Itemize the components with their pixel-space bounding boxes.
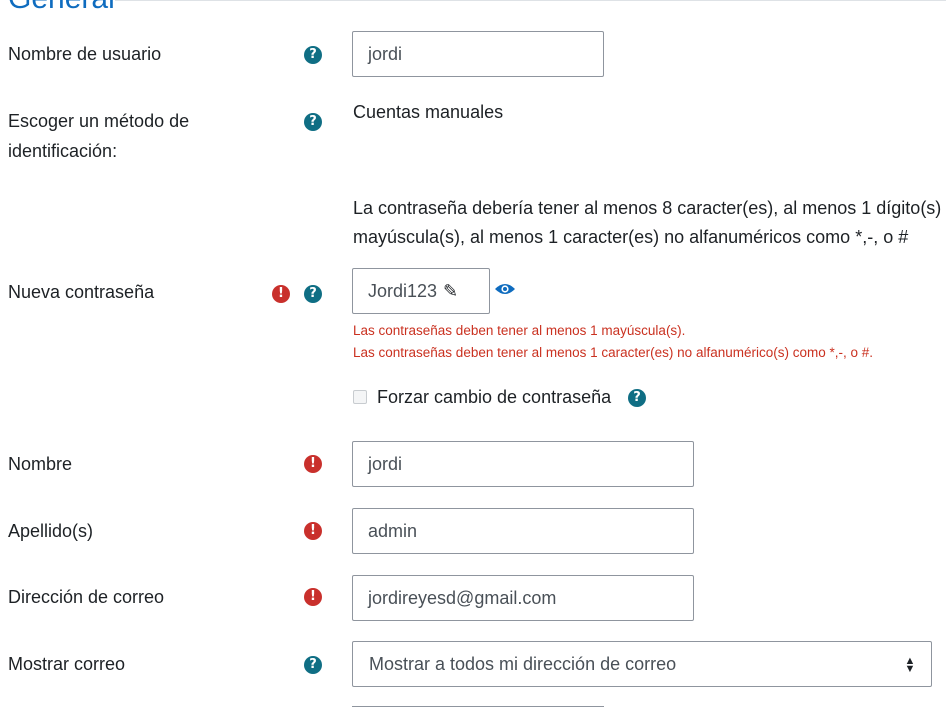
error-icon: ! bbox=[272, 285, 290, 303]
help-icon[interactable]: ? bbox=[304, 656, 322, 674]
email-input[interactable]: jordireyesd@gmail.com bbox=[352, 575, 694, 621]
select-arrows-icon: ▲ ▼ bbox=[904, 655, 916, 675]
password-policy-line1: La contraseña debería tener al menos 8 c… bbox=[353, 198, 942, 218]
help-icon[interactable]: ? bbox=[304, 46, 322, 64]
new-password-field[interactable]: Jordi123 ✎ bbox=[352, 268, 490, 314]
auth-method-value: Cuentas manuales bbox=[353, 102, 504, 122]
email-label: Dirección de correo bbox=[8, 587, 165, 607]
new-password-value: Jordi123 bbox=[368, 280, 438, 301]
password-policy-line2: mayúscula(s), al menos 1 caracter(es) no… bbox=[353, 227, 909, 247]
show-email-select[interactable]: Mostrar a todos mi dirección de correo bbox=[352, 641, 932, 687]
auth-label-line2: identificación: bbox=[8, 141, 118, 161]
password-error-uppercase: Las contraseñas deben tener al menos 1 m… bbox=[353, 323, 686, 338]
lastname-input[interactable]: admin bbox=[352, 508, 694, 554]
firstname-label: Nombre bbox=[8, 454, 73, 474]
pencil-icon[interactable]: ✎ bbox=[443, 281, 458, 302]
new-password-label: Nueva contraseña bbox=[8, 282, 155, 302]
password-error-nonalnum: Las contraseñas deben tener al menos 1 c… bbox=[353, 345, 874, 360]
username-label: Nombre de usuario bbox=[8, 44, 162, 64]
help-icon[interactable]: ? bbox=[304, 285, 322, 303]
next-field-edge bbox=[352, 706, 604, 710]
show-email-selected: Mostrar a todos mi dirección de correo bbox=[369, 653, 677, 674]
help-icon[interactable]: ? bbox=[304, 113, 322, 131]
force-change-label[interactable]: Forzar cambio de contraseña bbox=[377, 382, 611, 412]
username-input[interactable]: jordi bbox=[352, 31, 604, 77]
show-email-label: Mostrar correo bbox=[8, 654, 126, 674]
eye-icon[interactable] bbox=[494, 281, 516, 297]
error-icon: ! bbox=[304, 588, 322, 606]
lastname-label: Apellido(s) bbox=[8, 521, 94, 541]
firstname-input[interactable]: jordi bbox=[352, 441, 694, 487]
error-icon: ! bbox=[304, 522, 322, 540]
section-divider bbox=[115, 0, 946, 1]
section-title[interactable]: General bbox=[8, 0, 115, 16]
force-change-checkbox[interactable] bbox=[353, 390, 367, 404]
help-icon[interactable]: ? bbox=[628, 389, 646, 407]
error-icon: ! bbox=[304, 455, 322, 473]
auth-label-line1: Escoger un método de bbox=[8, 111, 190, 131]
